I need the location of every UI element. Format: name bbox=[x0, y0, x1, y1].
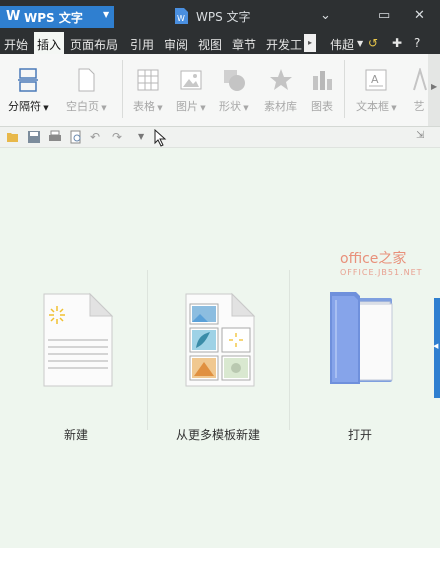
skin-icon[interactable]: ↺ bbox=[368, 36, 378, 50]
star-icon bbox=[269, 69, 292, 90]
ribbon-divider bbox=[122, 60, 123, 118]
chevron-right-icon: ▶ bbox=[431, 82, 438, 91]
picture-icon bbox=[180, 70, 202, 90]
ribbon-label: 文本框 bbox=[356, 100, 389, 113]
ribbon-page-break[interactable]: 分隔符 ▼ bbox=[8, 68, 49, 114]
page-break-icon bbox=[18, 68, 39, 92]
ribbon-insert: 分隔符 ▼ 空白页 ▼ 表格 ▼ 图片 ▼ 形状 ▼ 素材库 图表 A 文本框 … bbox=[0, 54, 440, 127]
window-title: WPS 文字 bbox=[196, 10, 251, 24]
user-dropdown-icon[interactable]: ▼ bbox=[357, 39, 363, 48]
ribbon-art-text[interactable]: 艺 bbox=[410, 68, 428, 114]
customize-toolbar-icon[interactable]: ▼ bbox=[138, 132, 152, 146]
chevron-down-icon: ▼ bbox=[155, 104, 163, 112]
tab-developer[interactable]: 开发工 bbox=[266, 36, 302, 53]
tab-section[interactable]: 章节 bbox=[232, 36, 256, 53]
ribbon-label: 表格 bbox=[133, 100, 155, 113]
ribbon-label: 素材库 bbox=[264, 100, 297, 113]
ribbon-chart[interactable]: 图表 bbox=[310, 68, 334, 114]
ribbon-blank-page[interactable]: 空白页 ▼ bbox=[66, 68, 107, 114]
blank-page-icon bbox=[78, 68, 95, 92]
shape-icon bbox=[223, 70, 245, 91]
redo-icon[interactable]: ↷ bbox=[112, 130, 126, 144]
side-panel-toggle[interactable]: ◀ bbox=[433, 298, 440, 398]
tab-page-layout[interactable]: 页面布局 bbox=[70, 36, 118, 53]
new-from-template-tile[interactable] bbox=[184, 290, 256, 391]
minimize-button[interactable]: ⌄ bbox=[320, 8, 331, 23]
title-bar: W WPS 文字 ▼ W WPS 文字 ⌄ ▭ ✕ bbox=[0, 0, 440, 32]
close-button[interactable]: ✕ bbox=[414, 8, 425, 23]
undo-icon[interactable]: ↶ bbox=[90, 130, 104, 144]
save-icon[interactable] bbox=[27, 130, 41, 144]
collapse-ribbon-icon[interactable]: ⇲ bbox=[416, 130, 430, 144]
open-document-label[interactable]: 打开 bbox=[348, 426, 372, 443]
ribbon-label: 图片 bbox=[176, 100, 198, 113]
ribbon-label: 空白页 bbox=[66, 100, 99, 113]
ribbon-scroll-right-button[interactable]: ▶ bbox=[428, 54, 440, 126]
restore-button[interactable]: ▭ bbox=[378, 8, 390, 23]
new-document-icon bbox=[43, 292, 114, 387]
svg-text:A: A bbox=[371, 73, 379, 86]
chevron-down-icon: ▼ bbox=[198, 104, 206, 112]
tile-divider bbox=[147, 270, 148, 430]
new-document-label[interactable]: 新建 bbox=[64, 426, 88, 443]
open-document-tile[interactable] bbox=[326, 290, 398, 391]
open-folder-large-icon bbox=[330, 292, 393, 384]
tab-references[interactable]: 引用 bbox=[130, 36, 154, 53]
shirt-icon[interactable]: ✚ bbox=[392, 36, 402, 50]
print-icon[interactable] bbox=[48, 130, 62, 144]
user-name[interactable]: 伟超 bbox=[330, 36, 354, 53]
new-from-template-label[interactable]: 从更多模板新建 bbox=[176, 426, 260, 443]
ribbon-label: 图表 bbox=[311, 100, 333, 113]
chart-icon bbox=[313, 71, 332, 90]
watermark-site: OFFICE.JB51.NET bbox=[340, 268, 423, 277]
print-preview-icon[interactable] bbox=[69, 130, 83, 144]
ribbon-shape[interactable]: 形状 ▼ bbox=[219, 68, 249, 114]
wps-logo-icon: W bbox=[6, 9, 21, 24]
document-icon: W bbox=[175, 8, 188, 24]
svg-text:W: W bbox=[177, 14, 185, 23]
ribbon-picture[interactable]: 图片 ▼ bbox=[176, 68, 206, 114]
chevron-down-icon: ▼ bbox=[241, 104, 249, 112]
chevron-down-icon: ▼ bbox=[99, 104, 107, 112]
app-name: WPS 文字 bbox=[24, 11, 83, 25]
new-document-tile[interactable] bbox=[42, 290, 114, 391]
ribbon-table[interactable]: 表格 ▼ bbox=[133, 68, 163, 114]
chevron-left-icon: ◀ bbox=[433, 342, 439, 350]
mouse-cursor-icon bbox=[154, 129, 167, 147]
chevron-down-icon: ▼ bbox=[41, 104, 49, 112]
text-box-icon: A bbox=[365, 69, 387, 91]
ribbon-label: 分隔符 bbox=[8, 100, 41, 113]
ribbon-label: 形状 bbox=[219, 100, 241, 113]
tab-view[interactable]: 视图 bbox=[198, 36, 222, 53]
watermark-brand: office之家 bbox=[340, 251, 407, 267]
tile-divider bbox=[289, 270, 290, 430]
tab-review[interactable]: 审阅 bbox=[164, 36, 188, 53]
chevron-down-icon: ▼ bbox=[389, 104, 397, 112]
help-button[interactable]: ? bbox=[414, 36, 420, 50]
ribbon-divider bbox=[344, 60, 345, 118]
table-icon bbox=[137, 69, 159, 91]
tab-scroll-right-button[interactable]: ▸ bbox=[304, 34, 316, 52]
quick-access-toolbar: ↶ ↷ ▼ ⇲ bbox=[0, 127, 440, 148]
open-folder-icon[interactable] bbox=[6, 130, 20, 144]
ribbon-label: 艺 bbox=[413, 100, 425, 113]
art-icon bbox=[413, 68, 427, 91]
template-gallery-icon bbox=[185, 292, 256, 387]
wps-window: W WPS 文字 ▼ W WPS 文字 ⌄ ▭ ✕ 开始 插入 页面布局 引用 … bbox=[0, 0, 440, 548]
tab-home[interactable]: 开始 bbox=[4, 36, 28, 53]
app-menu-button[interactable]: W WPS 文字 ▼ bbox=[0, 6, 114, 28]
ribbon-text-box[interactable]: A 文本框 ▼ bbox=[356, 68, 397, 114]
chevron-down-icon: ▼ bbox=[103, 10, 110, 19]
menu-tab-bar: 开始 插入 页面布局 引用 审阅 视图 章节 开发工 ▸ 伟超 ▼ ↺ ✚ ? bbox=[0, 32, 440, 54]
ribbon-material-library[interactable]: 素材库 bbox=[264, 68, 297, 114]
tab-insert[interactable]: 插入 bbox=[34, 32, 65, 54]
